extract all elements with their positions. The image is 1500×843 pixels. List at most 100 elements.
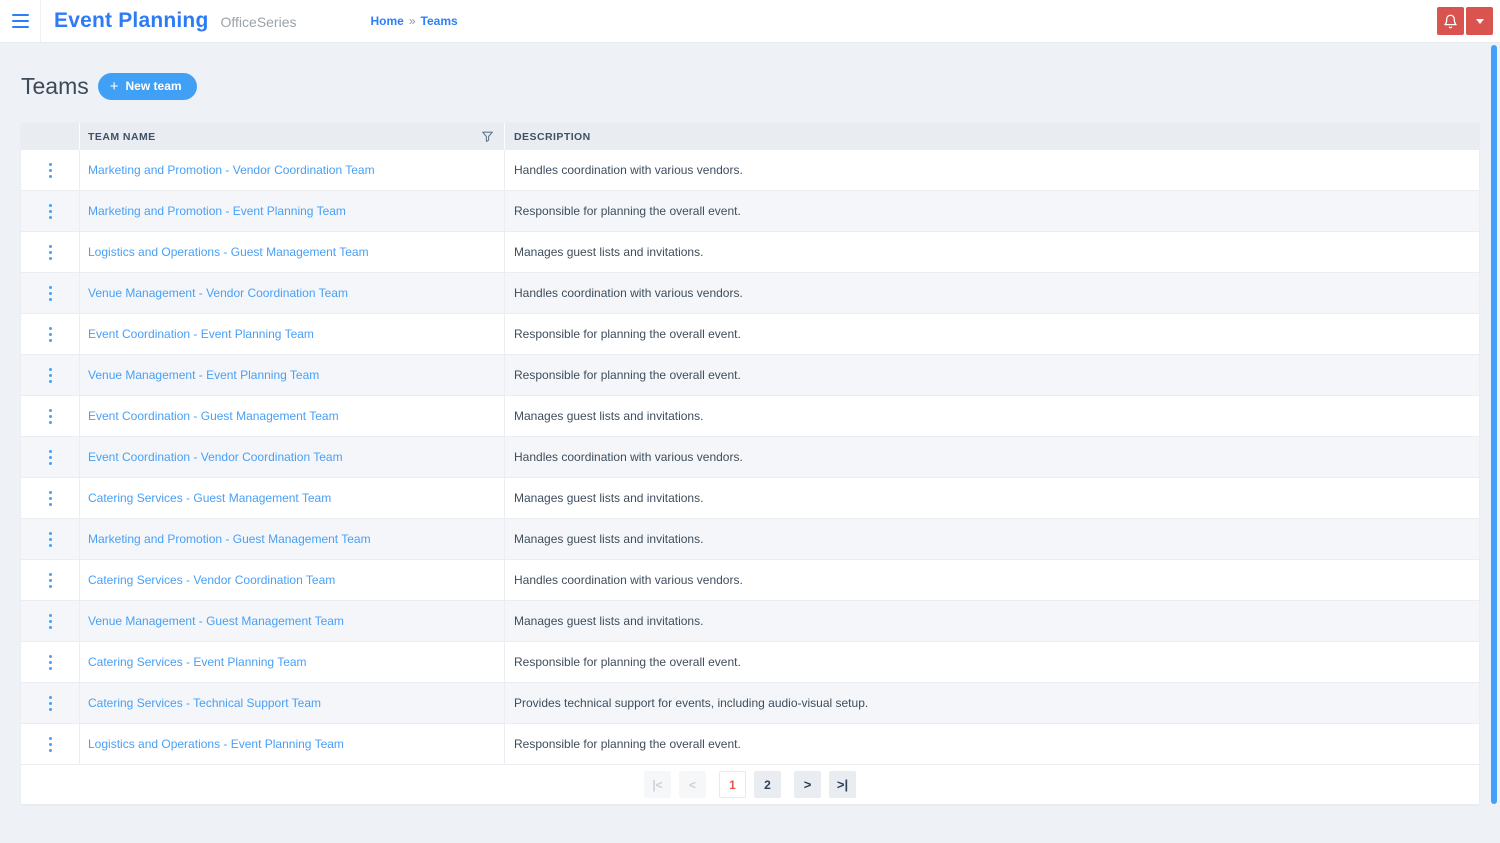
- row-kebab-menu-icon[interactable]: [43, 609, 58, 634]
- row-kebab-menu-icon[interactable]: [43, 199, 58, 224]
- team-name-link[interactable]: Catering Services - Event Planning Team: [88, 655, 307, 669]
- notifications-button[interactable]: [1437, 7, 1464, 35]
- breadcrumb-home-link[interactable]: Home: [371, 14, 404, 28]
- team-name-link[interactable]: Event Coordination - Guest Management Te…: [88, 409, 339, 423]
- row-description-cell: Handles coordination with various vendor…: [505, 273, 1479, 313]
- table-row: Venue Management - Guest Management Team…: [21, 601, 1479, 642]
- pagination: |< < 1 2 > >|: [21, 765, 1479, 804]
- table-row: Marketing and Promotion - Vendor Coordin…: [21, 150, 1479, 191]
- description-column-label: DESCRIPTION: [514, 130, 591, 143]
- team-description: Responsible for planning the overall eve…: [514, 737, 741, 751]
- team-name-link[interactable]: Logistics and Operations - Event Plannin…: [88, 737, 344, 751]
- row-actions-cell: [21, 560, 80, 600]
- team-name-link[interactable]: Catering Services - Vendor Coordination …: [88, 573, 335, 587]
- team-name-link[interactable]: Venue Management - Event Planning Team: [88, 368, 319, 382]
- pagination-pages: 1 2: [719, 771, 781, 798]
- vertical-scrollbar-thumb[interactable]: [1491, 45, 1497, 804]
- row-kebab-menu-icon[interactable]: [43, 322, 58, 347]
- team-description: Responsible for planning the overall eve…: [514, 655, 741, 669]
- row-kebab-menu-icon[interactable]: [43, 650, 58, 675]
- row-actions-cell: [21, 601, 80, 641]
- team-description: Handles coordination with various vendor…: [514, 163, 743, 177]
- row-name-cell: Marketing and Promotion - Vendor Coordin…: [80, 150, 505, 190]
- pagination-page-2-button[interactable]: 2: [754, 771, 781, 798]
- app-title: Event Planning: [54, 9, 209, 32]
- row-kebab-menu-icon[interactable]: [43, 281, 58, 306]
- team-name-link[interactable]: Venue Management - Vendor Coordination T…: [88, 286, 348, 300]
- row-actions-cell: [21, 314, 80, 354]
- row-name-cell: Catering Services - Technical Support Te…: [80, 683, 505, 723]
- app-subtitle: OfficeSeries: [220, 14, 297, 30]
- row-kebab-menu-icon[interactable]: [43, 404, 58, 429]
- team-name-link[interactable]: Event Coordination - Event Planning Team: [88, 327, 314, 341]
- row-name-cell: Event Coordination - Guest Management Te…: [80, 396, 505, 436]
- table-row: Marketing and Promotion - Guest Manageme…: [21, 519, 1479, 560]
- pagination-page-1-button[interactable]: 1: [719, 771, 746, 798]
- pagination-last-button[interactable]: >|: [829, 771, 856, 798]
- table-row: Catering Services - Guest Management Tea…: [21, 478, 1479, 519]
- breadcrumb-separator: »: [408, 14, 416, 28]
- row-name-cell: Catering Services - Event Planning Team: [80, 642, 505, 682]
- table-row: Event Coordination - Event Planning Team…: [21, 314, 1479, 355]
- table-header-row: TEAM NAME DESCRIPTION: [21, 123, 1479, 150]
- row-kebab-menu-icon[interactable]: [43, 486, 58, 511]
- new-team-button[interactable]: + New team: [97, 72, 197, 100]
- row-actions-cell: [21, 642, 80, 682]
- row-kebab-menu-icon[interactable]: [43, 158, 58, 183]
- team-description: Manages guest lists and invitations.: [514, 245, 704, 259]
- breadcrumb-current-link[interactable]: Teams: [421, 14, 458, 28]
- new-team-button-label: New team: [125, 79, 182, 93]
- team-name-link[interactable]: Marketing and Promotion - Event Planning…: [88, 204, 346, 218]
- row-kebab-menu-icon[interactable]: [43, 445, 58, 470]
- row-description-cell: Handles coordination with various vendor…: [505, 150, 1479, 190]
- user-menu-dropdown-button[interactable]: [1466, 7, 1493, 35]
- table-row: Event Coordination - Guest Management Te…: [21, 396, 1479, 437]
- row-actions-cell: [21, 396, 80, 436]
- row-kebab-menu-icon[interactable]: [43, 732, 58, 757]
- pagination-first-button[interactable]: |<: [644, 771, 671, 798]
- team-description: Manages guest lists and invitations.: [514, 614, 704, 628]
- pagination-next-button[interactable]: >: [794, 771, 821, 798]
- header-cell-description[interactable]: DESCRIPTION: [505, 123, 1479, 150]
- team-description: Responsible for planning the overall eve…: [514, 368, 741, 382]
- row-kebab-menu-icon[interactable]: [43, 527, 58, 552]
- team-description: Handles coordination with various vendor…: [514, 450, 743, 464]
- page-content: Teams + New team TEAM NAME DESCRIPTION M…: [0, 70, 1500, 804]
- row-actions-cell: [21, 683, 80, 723]
- table-row: Logistics and Operations - Event Plannin…: [21, 724, 1479, 765]
- team-description: Manages guest lists and invitations.: [514, 491, 704, 505]
- row-description-cell: Handles coordination with various vendor…: [505, 560, 1479, 600]
- team-name-link[interactable]: Catering Services - Technical Support Te…: [88, 696, 321, 710]
- row-kebab-menu-icon[interactable]: [43, 363, 58, 388]
- row-name-cell: Event Coordination - Event Planning Team: [80, 314, 505, 354]
- row-kebab-menu-icon[interactable]: [43, 568, 58, 593]
- team-description: Handles coordination with various vendor…: [514, 286, 743, 300]
- team-name-link[interactable]: Event Coordination - Vendor Coordination…: [88, 450, 343, 464]
- row-kebab-menu-icon[interactable]: [43, 691, 58, 716]
- row-description-cell: Responsible for planning the overall eve…: [505, 191, 1479, 231]
- table-row: Catering Services - Vendor Coordination …: [21, 560, 1479, 601]
- team-name-link[interactable]: Marketing and Promotion - Vendor Coordin…: [88, 163, 375, 177]
- team-description: Responsible for planning the overall eve…: [514, 327, 741, 341]
- table-row: Catering Services - Technical Support Te…: [21, 683, 1479, 724]
- row-name-cell: Catering Services - Guest Management Tea…: [80, 478, 505, 518]
- row-actions-cell: [21, 724, 80, 764]
- table-row: Marketing and Promotion - Event Planning…: [21, 191, 1479, 232]
- row-description-cell: Responsible for planning the overall eve…: [505, 314, 1479, 354]
- row-name-cell: Marketing and Promotion - Event Planning…: [80, 191, 505, 231]
- team-name-link[interactable]: Marketing and Promotion - Guest Manageme…: [88, 532, 371, 546]
- hamburger-menu-icon[interactable]: [0, 0, 41, 42]
- team-name-link[interactable]: Catering Services - Guest Management Tea…: [88, 491, 331, 505]
- filter-funnel-icon[interactable]: [481, 130, 494, 143]
- header-cell-team-name[interactable]: TEAM NAME: [80, 123, 505, 150]
- row-name-cell: Catering Services - Vendor Coordination …: [80, 560, 505, 600]
- table-row: Venue Management - Vendor Coordination T…: [21, 273, 1479, 314]
- team-description: Manages guest lists and invitations.: [514, 409, 704, 423]
- row-description-cell: Manages guest lists and invitations.: [505, 478, 1479, 518]
- pagination-prev-button[interactable]: <: [679, 771, 706, 798]
- team-name-link[interactable]: Logistics and Operations - Guest Managem…: [88, 245, 369, 259]
- row-description-cell: Manages guest lists and invitations.: [505, 519, 1479, 559]
- team-name-link[interactable]: Venue Management - Guest Management Team: [88, 614, 344, 628]
- page-header: Teams + New team: [21, 70, 1479, 102]
- row-kebab-menu-icon[interactable]: [43, 240, 58, 265]
